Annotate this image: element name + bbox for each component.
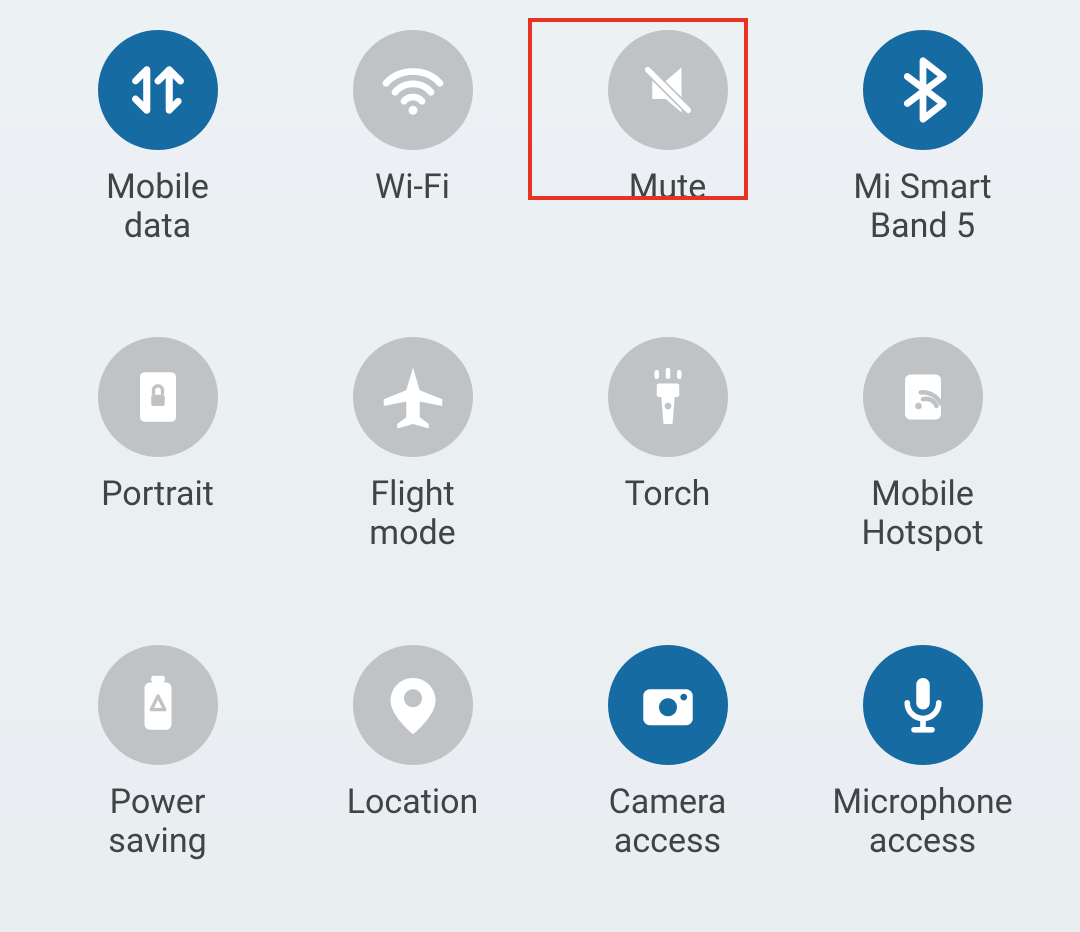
camera-icon	[608, 645, 728, 765]
tile-label: Microphone access	[832, 783, 1012, 861]
tile-label: Wi-Fi	[375, 168, 450, 207]
tile-mute[interactable]: Mute	[550, 30, 785, 287]
tile-label: Mute	[629, 168, 707, 207]
torch-icon	[608, 337, 728, 457]
tile-label: Flight mode	[369, 475, 455, 553]
tile-label: Torch	[625, 475, 711, 514]
tile-label: Mobile Hotspot	[862, 475, 984, 553]
tile-microphone-access[interactable]: Microphone access	[805, 645, 1040, 902]
tile-portrait[interactable]: Portrait	[40, 337, 275, 594]
location-pin-icon	[353, 645, 473, 765]
tile-location[interactable]: Location	[295, 645, 530, 902]
bluetooth-icon	[863, 30, 983, 150]
wifi-icon	[353, 30, 473, 150]
tile-bluetooth-band[interactable]: Mi Smart Band 5	[805, 30, 1040, 287]
mute-icon	[608, 30, 728, 150]
tile-camera-access[interactable]: Camera access	[550, 645, 785, 902]
airplane-icon	[353, 337, 473, 457]
tile-torch[interactable]: Torch	[550, 337, 785, 594]
tile-label: Portrait	[101, 475, 214, 514]
data-arrows-icon	[98, 30, 218, 150]
portrait-lock-icon	[98, 337, 218, 457]
tile-label: Power saving	[108, 783, 206, 861]
microphone-icon	[863, 645, 983, 765]
tile-power-saving[interactable]: Power saving	[40, 645, 275, 902]
tile-label: Mobile data	[106, 168, 209, 246]
battery-icon	[98, 645, 218, 765]
tile-mobile-hotspot[interactable]: Mobile Hotspot	[805, 337, 1040, 594]
tile-label: Mi Smart Band 5	[853, 168, 991, 246]
quick-settings-grid: Mobile data Wi-Fi Mute Mi Smart Band 5 P…	[40, 30, 1040, 902]
tile-flight-mode[interactable]: Flight mode	[295, 337, 530, 594]
hotspot-icon	[863, 337, 983, 457]
tile-mobile-data[interactable]: Mobile data	[40, 30, 275, 287]
tile-label: Location	[347, 783, 479, 822]
tile-label: Camera access	[609, 783, 727, 861]
tile-wifi[interactable]: Wi-Fi	[295, 30, 530, 287]
